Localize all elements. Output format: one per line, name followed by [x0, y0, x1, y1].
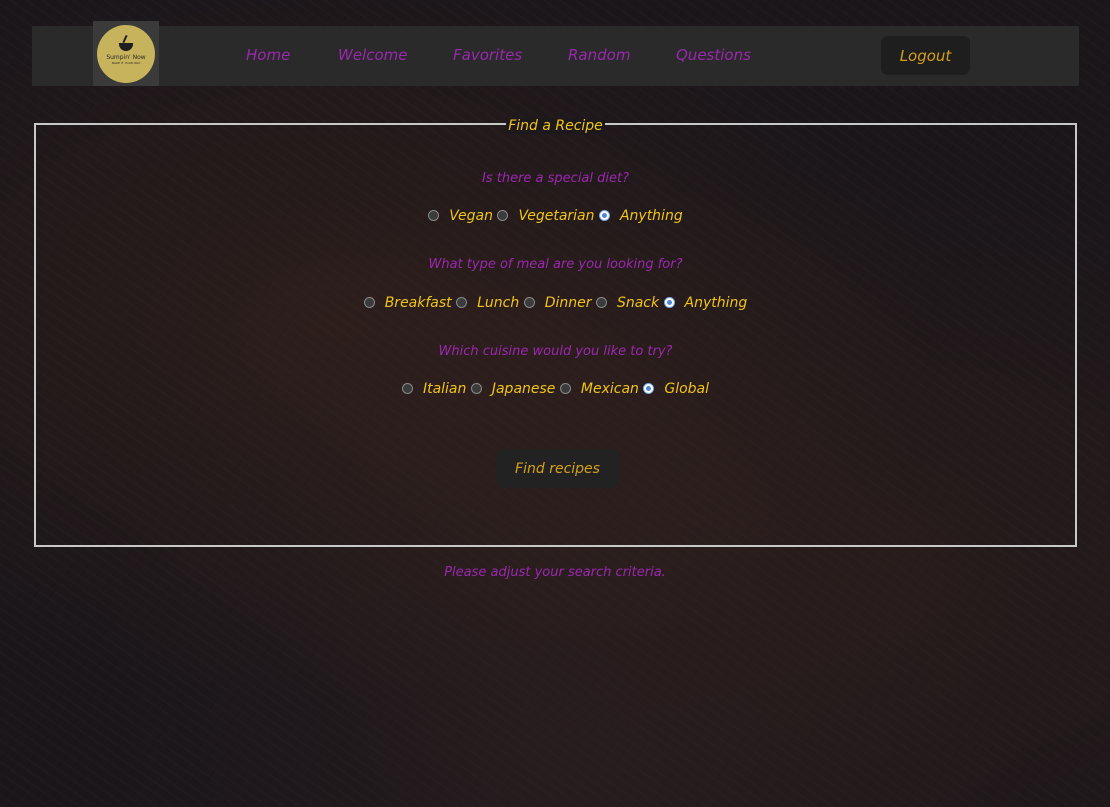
- radio-snack[interactable]: [595, 297, 607, 308]
- diet-options: Vegan Vegetarian Anything: [36, 208, 1075, 224]
- bowl-icon: [119, 42, 133, 51]
- diet-option-label: Anything: [619, 208, 683, 224]
- logout-button[interactable]: Logout: [881, 36, 970, 75]
- form-legend-text: Find a Recipe: [506, 118, 605, 134]
- cuisine-question: Which cuisine would you like to try?: [438, 344, 673, 359]
- nav-link-home[interactable]: Home: [246, 46, 290, 64]
- diet-option-label: Vegan: [449, 208, 493, 224]
- radio-global[interactable]: [643, 383, 655, 394]
- cuisine-option-mexican[interactable]: Mexican: [559, 381, 639, 397]
- cuisine-option-global[interactable]: Global: [643, 381, 709, 397]
- nav-link-questions[interactable]: Questions: [676, 46, 751, 64]
- diet-option-vegetarian[interactable]: Vegetarian: [497, 208, 595, 224]
- meal-option-anything[interactable]: Anything: [663, 295, 748, 311]
- meal-option-lunch[interactable]: Lunch: [456, 295, 519, 311]
- meal-option-label: Lunch: [477, 295, 520, 311]
- meal-option-dinner[interactable]: Dinner: [523, 295, 592, 311]
- cuisine-option-japanese[interactable]: Japanese: [470, 381, 556, 397]
- form-legend: Find a Recipe: [36, 115, 1075, 134]
- radio-meal-anything[interactable]: [663, 297, 675, 308]
- meal-option-breakfast[interactable]: Breakfast: [363, 295, 452, 311]
- radio-dinner[interactable]: [523, 297, 535, 308]
- logo-subtext: MAKE IT YOUR WAY: [111, 60, 141, 65]
- meal-option-label: Breakfast: [384, 295, 452, 311]
- radio-italian[interactable]: [401, 383, 413, 394]
- meal-question: What type of meal are you looking for?: [428, 257, 683, 272]
- diet-option-vegan[interactable]: Vegan: [428, 208, 493, 224]
- logo-disc: Sumpin' Now MAKE IT YOUR WAY: [97, 24, 155, 83]
- logo-text: Sumpin' Now: [106, 53, 146, 61]
- meal-option-snack[interactable]: Snack: [595, 295, 660, 311]
- diet-option-label: Vegetarian: [518, 208, 595, 224]
- diet-option-anything[interactable]: Anything: [598, 208, 683, 224]
- meal-option-label: Dinner: [544, 295, 592, 311]
- diet-question: Is there a special diet?: [482, 171, 629, 186]
- nav-link-random[interactable]: Random: [568, 46, 630, 64]
- radio-diet-anything[interactable]: [598, 210, 610, 221]
- radio-mexican[interactable]: [559, 383, 571, 394]
- cuisine-option-label: Mexican: [580, 381, 639, 397]
- radio-lunch[interactable]: [456, 297, 468, 308]
- find-recipes-button[interactable]: Find recipes: [496, 449, 619, 488]
- logo[interactable]: Sumpin' Now MAKE IT YOUR WAY: [93, 21, 159, 86]
- nav-link-welcome[interactable]: Welcome: [338, 46, 408, 64]
- meal-option-label: Anything: [684, 295, 748, 311]
- radio-japanese[interactable]: [470, 383, 482, 394]
- cuisine-options: Italian Japanese Mexican Global: [36, 381, 1075, 397]
- cuisine-option-label: Global: [664, 381, 710, 397]
- radio-vegetarian[interactable]: [497, 210, 509, 221]
- cuisine-option-italian[interactable]: Italian: [401, 381, 467, 397]
- meal-option-label: Snack: [616, 295, 660, 311]
- nav-link-favorites[interactable]: Favorites: [453, 46, 522, 64]
- radio-vegan[interactable]: [428, 210, 440, 221]
- navbar: Sumpin' Now MAKE IT YOUR WAY Home Welcom…: [32, 21, 1079, 86]
- status-message: Please adjust your search criteria.: [444, 565, 666, 580]
- meal-options: Breakfast Lunch Dinner Snack Anything: [36, 295, 1075, 311]
- recipe-search-form: Find a Recipe Is there a special diet? V…: [34, 118, 1077, 547]
- radio-breakfast[interactable]: [363, 297, 375, 308]
- cuisine-option-label: Italian: [422, 381, 467, 397]
- cuisine-option-label: Japanese: [491, 381, 556, 397]
